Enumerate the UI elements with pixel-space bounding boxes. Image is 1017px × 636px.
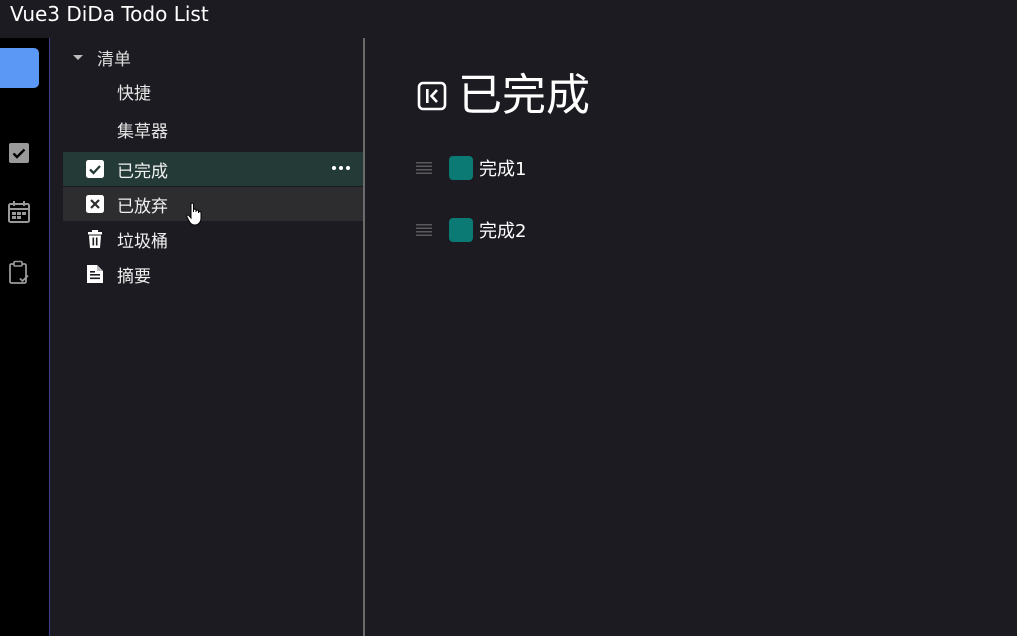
sidebar-item-summary[interactable]: 摘要 [63, 257, 363, 291]
task-checkbox[interactable] [449, 218, 473, 242]
check-square-icon [86, 160, 104, 178]
list-group-label: 清单 [97, 49, 131, 70]
sidebar-item-label: 已放弃 [117, 196, 168, 217]
page-title: 已完成 [458, 70, 590, 121]
task-check-icon[interactable] [7, 141, 31, 165]
sidebar-item-label: 垃圾桶 [117, 231, 168, 252]
sidebar-item-completed[interactable]: 已完成 [63, 152, 363, 186]
sidebar-item-label: 摘要 [117, 266, 151, 287]
document-icon [87, 265, 103, 283]
icon-rail [0, 38, 50, 636]
sidebar-item-trash[interactable]: 垃圾桶 [63, 222, 363, 256]
sidebar-item-label: 快捷 [117, 84, 151, 104]
task-checkbox[interactable] [449, 156, 473, 180]
main-panel: 已完成 完成1 完成2 [365, 38, 1017, 636]
caret-down-icon[interactable] [73, 54, 83, 60]
x-square-icon [86, 195, 104, 213]
task-label[interactable]: 完成1 [479, 155, 526, 181]
more-icon[interactable] [331, 160, 351, 176]
page-header: 已完成 [417, 68, 590, 124]
drag-handle-icon[interactable] [415, 159, 433, 177]
calendar-icon[interactable] [7, 200, 31, 224]
hand-cursor-icon [186, 202, 202, 226]
list-group-header[interactable]: 清单 [63, 44, 131, 70]
task-item[interactable]: 完成2 [415, 216, 526, 244]
trash-icon [88, 230, 102, 248]
sidebar: 清单 快捷 集草器 已完成 已放弃 垃圾桶 摘要 [50, 38, 363, 636]
sidebar-item-label: 已完成 [117, 161, 168, 182]
drag-handle-icon[interactable] [415, 221, 433, 239]
task-label[interactable]: 完成2 [479, 217, 526, 243]
sidebar-item-quick[interactable]: 快捷 [117, 82, 151, 106]
sidebar-item-abandoned[interactable]: 已放弃 [63, 187, 363, 221]
sidebar-item-collector[interactable]: 集草器 [117, 120, 168, 144]
task-item[interactable]: 完成1 [415, 154, 526, 182]
title-bar: Vue3 DiDa Todo List [0, 0, 1017, 38]
app-title: Vue3 DiDa Todo List [10, 2, 209, 26]
avatar[interactable] [0, 48, 39, 88]
clipboard-check-icon[interactable] [7, 260, 31, 284]
sidebar-item-label: 集草器 [117, 122, 168, 142]
sidebar-collapse-icon[interactable] [417, 81, 447, 111]
